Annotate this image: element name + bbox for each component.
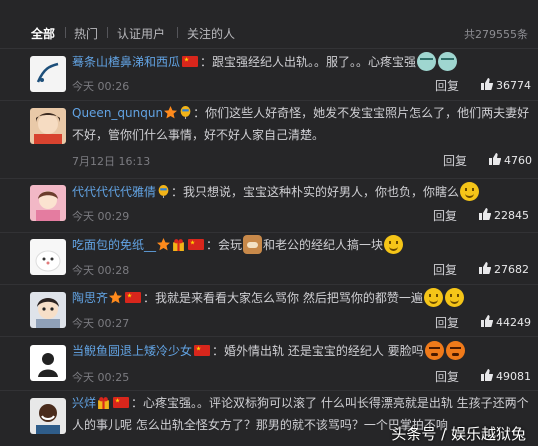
smile-emoji-icon xyxy=(444,288,464,307)
smile-emoji-icon xyxy=(460,182,480,201)
comment-time: 今天 00:28 xyxy=(72,264,130,277)
comment-item: 蓦条山楂鼻涕和西瓜 ：跟宝强经纪人出轨。。服了。。心疼宝强 今天 00:26 回复… xyxy=(0,48,538,101)
username-link[interactable]: Queen_qunqun xyxy=(72,106,163,120)
thumbs-up-icon xyxy=(479,262,491,274)
smirk-emoji-icon xyxy=(384,235,404,254)
star-badge-icon xyxy=(164,106,178,119)
username-link[interactable]: 代代代代代雅倩 xyxy=(72,185,156,199)
tab-all[interactable]: 全部 xyxy=(31,25,55,42)
comment-time: 今天 00:27 xyxy=(72,317,130,330)
avatar[interactable] xyxy=(30,398,66,434)
comment-text: ：会玩 xyxy=(206,238,243,252)
username-link[interactable]: 吃面包的免纸__ xyxy=(72,238,156,252)
tab-divider xyxy=(65,27,66,38)
cry-emoji-icon xyxy=(417,52,437,71)
comment-content: 蓦条山楂鼻涕和西瓜 ：跟宝强经纪人出轨。。服了。。心疼宝强 xyxy=(72,51,526,73)
username-link[interactable]: 蓦条山楂鼻涕和西瓜 xyxy=(72,55,180,69)
angry-emoji-icon xyxy=(424,341,444,360)
china-flag-icon xyxy=(113,397,130,408)
like-count: 36774 xyxy=(496,79,531,92)
avatar[interactable] xyxy=(30,292,66,328)
thumbs-up-icon xyxy=(489,153,501,165)
comment-item: 陶思齐 ：我就是来看看大家怎么骂你 然后把骂你的都赞一遍 今天 00:27 回复 … xyxy=(0,284,538,337)
reply-button[interactable]: 回复 xyxy=(435,368,459,385)
comment-time: 7月12日 16:13 xyxy=(72,155,151,168)
comment-time: 今天 00:25 xyxy=(72,371,130,384)
comment-time: 今天 00:26 xyxy=(72,80,130,93)
thumbs-up-icon xyxy=(481,78,493,90)
tab-hot[interactable]: 热门 xyxy=(74,25,98,42)
tab-following[interactable]: 关注的人 xyxy=(187,25,235,42)
dog-emoji-icon xyxy=(243,235,263,254)
china-flag-icon xyxy=(125,292,142,303)
avatar[interactable] xyxy=(30,239,66,275)
smile-emoji-icon xyxy=(423,288,443,307)
like-count: 44249 xyxy=(496,316,531,329)
comment-content: 代代代代代雅倩 ：我只想说，宝宝这种朴实的好男人，你也负，你瞎么 xyxy=(72,181,526,203)
comment-text: ：跟宝强经纪人出轨。。服了。。心疼宝强 xyxy=(200,55,417,69)
like-count: 4760 xyxy=(504,154,532,167)
watermark: 头条号 / 娱乐越狱兔 xyxy=(391,425,526,443)
thumbs-up-icon xyxy=(481,369,493,381)
comment-filter-tabs: 全部 热门 认证用户 关注的人 共279555条 xyxy=(0,0,538,49)
comment-item: 当鲵鱼圆退上矮冷少女 ：婚外情出轨 还是宝宝的经纪人 要脸吗 今天 00:25 回… xyxy=(0,336,538,391)
reply-button[interactable]: 回复 xyxy=(435,314,459,331)
like-count: 27682 xyxy=(494,263,529,276)
avatar[interactable] xyxy=(30,345,66,381)
like-button[interactable]: 4760 xyxy=(489,153,532,167)
star-badge-icon xyxy=(109,291,123,304)
comment-item: Queen_qunqun ：你们这些人好奇怪，她发不发宝宝照片怎么了，他们两夫妻好… xyxy=(0,100,538,179)
tab-verified-users[interactable]: 认证用户 xyxy=(117,25,165,42)
like-button[interactable]: 49081 xyxy=(481,369,531,383)
avatar[interactable] xyxy=(30,56,66,92)
comment-text: ：婚外情出轨 还是宝宝的经纪人 要脸吗 xyxy=(212,344,424,358)
username-link[interactable]: 陶思齐 xyxy=(72,291,108,305)
balloon-icon xyxy=(158,185,169,198)
comment-text-tail: 和老公的经纪人搞一块 xyxy=(263,238,384,252)
thumbs-up-icon xyxy=(479,208,491,220)
username-link[interactable]: 当鲵鱼圆退上矮冷少女 xyxy=(72,344,192,358)
comment-text-continued: 不好，管你们什么事情，好不好人家自己清楚。 xyxy=(72,128,325,142)
china-flag-icon xyxy=(182,56,199,67)
balloon-icon xyxy=(180,106,191,119)
comment-text: ：我就是来看看大家怎么骂你 然后把骂你的都赞一遍 xyxy=(143,291,423,305)
like-button[interactable]: 27682 xyxy=(479,262,529,276)
avatar[interactable] xyxy=(30,108,66,144)
thumbs-up-icon xyxy=(481,315,493,327)
china-flag-icon xyxy=(194,345,211,356)
username-link[interactable]: 兴烊 xyxy=(72,396,96,410)
reply-button[interactable]: 回复 xyxy=(433,261,457,278)
tab-divider xyxy=(107,27,108,38)
comment-content: 陶思齐 ：我就是来看看大家怎么骂你 然后把骂你的都赞一遍 xyxy=(72,287,526,309)
comment-text: ：心疼宝强。。评论双标狗可以滚了 什么叫长得漂亮就是出轨 生孩子还两个 xyxy=(131,396,529,410)
china-flag-icon xyxy=(188,239,205,250)
comment-text: ：我只想说，宝宝这种朴实的好男人，你也负，你瞎么 xyxy=(171,185,460,199)
like-button[interactable]: 36774 xyxy=(481,78,531,92)
gift-badge-icon xyxy=(173,239,184,251)
like-count: 22845 xyxy=(494,209,529,222)
cry-emoji-icon xyxy=(438,52,458,71)
gift-badge-icon xyxy=(98,397,109,409)
reply-button[interactable]: 回复 xyxy=(433,207,457,224)
comment-content: 兴烊 ：心疼宝强。。评论双标狗可以滚了 什么叫长得漂亮就是出轨 生孩子还两个 xyxy=(72,392,529,414)
reply-button[interactable]: 回复 xyxy=(435,77,459,94)
avatar[interactable] xyxy=(30,185,66,221)
comment-content: 吃面包的免纸__ ：会玩 和老公的经纪人搞一块 xyxy=(72,234,526,256)
angry-emoji-icon xyxy=(445,341,465,360)
reply-button[interactable]: 回复 xyxy=(443,152,467,169)
comment-item: 代代代代代雅倩 ：我只想说，宝宝这种朴实的好男人，你也负，你瞎么 今天 00:29… xyxy=(0,178,538,233)
comment-time: 今天 00:29 xyxy=(72,210,130,223)
like-count: 49081 xyxy=(496,370,531,383)
comment-item: 吃面包的免纸__ ：会玩 和老公的经纪人搞一块 今天 00:28 回复 27682 xyxy=(0,232,538,285)
like-button[interactable]: 44249 xyxy=(481,315,531,329)
comment-content: 当鲵鱼圆退上矮冷少女 ：婚外情出轨 还是宝宝的经纪人 要脸吗 xyxy=(72,340,526,362)
star-badge-icon xyxy=(157,238,171,251)
comment-text: ：你们这些人好奇怪，她发不发宝宝照片怎么了，他们两夫妻好 xyxy=(193,106,530,120)
tab-divider xyxy=(177,27,178,38)
like-button[interactable]: 22845 xyxy=(479,208,529,222)
comment-total-count: 共279555条 xyxy=(464,28,528,41)
comment-content: Queen_qunqun ：你们这些人好奇怪，她发不发宝宝照片怎么了，他们两夫妻好 xyxy=(72,102,530,124)
